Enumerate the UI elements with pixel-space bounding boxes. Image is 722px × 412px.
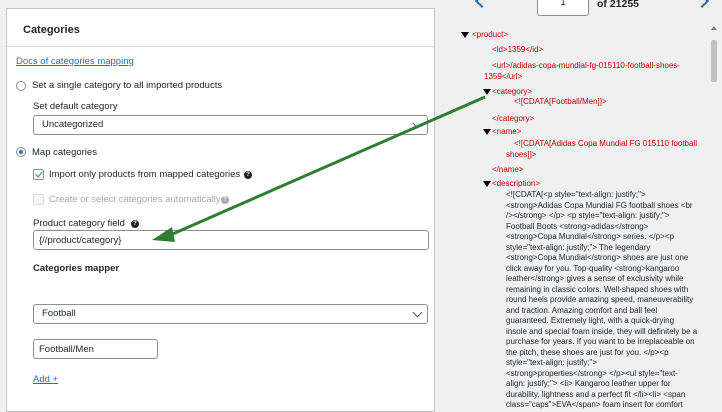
xml-description-line: leather</strong> gives a sense of exclus… <box>506 274 684 283</box>
default-category-value: Uncategorized <box>42 119 104 130</box>
chevron-down-icon <box>412 118 423 129</box>
map-categories-radio[interactable] <box>16 147 26 157</box>
xml-description-line: <strong>properties</strong> </p><ul styl… <box>506 368 678 378</box>
create-categories-label: Create or select categories automaticall… <box>49 194 221 205</box>
xml-id-line[interactable]: <id>1359</id> <box>492 45 543 56</box>
xml-description-line: style="text-align: justify;"> The legend… <box>506 242 651 252</box>
xml-description-line: guaranteed. Extremely light, with a quic… <box>506 316 675 325</box>
xml-description-line: align: justify;"> <li> Kangaroo leather … <box>506 379 671 388</box>
mapper-category-select[interactable]: Football <box>33 304 428 324</box>
map-categories-label: Map categories <box>32 147 97 158</box>
import-only-mapped-checkbox[interactable] <box>33 169 44 180</box>
product-category-field-input[interactable]: {//product/category} <box>33 230 429 250</box>
categories-mapper-title: Categories mapper <box>33 263 120 274</box>
xml-description-line: purchase for years. If you want to be ir… <box>506 337 695 346</box>
xml-url-line-2[interactable]: 1359</url> <box>484 72 522 83</box>
next-arrow-icon[interactable] <box>694 0 710 9</box>
help-icon[interactable]: ? <box>244 171 252 179</box>
collapse-toggle-icon[interactable] <box>461 32 469 38</box>
xml-preview-panel: 1 of 21255 <product> <id>1359</id> <url>… <box>451 0 722 412</box>
default-category-select[interactable]: Uncategorized <box>33 115 428 135</box>
xml-name-open[interactable]: <name> <box>492 127 521 138</box>
scroll-up-arrow-icon[interactable] <box>711 26 717 30</box>
xml-description-cdata: <![CDATA[<p style="text-align: justify;"… <box>506 190 697 411</box>
help-icon-muted[interactable]: ? <box>221 196 229 204</box>
xml-scrollbar[interactable] <box>709 26 718 412</box>
create-categories-checkbox[interactable] <box>33 194 44 205</box>
xml-name-cdata-2[interactable]: shoes]]> <box>506 150 536 161</box>
help-icon[interactable]: ? <box>131 220 139 228</box>
xml-description-line: Football Boots <strong>adidas</strong> <box>506 221 649 231</box>
xml-description-line: round heels provide amazing speed, maneu… <box>506 295 694 304</box>
single-category-radio[interactable] <box>16 81 26 91</box>
mapper-category-value: Football <box>42 308 76 319</box>
xml-description-open[interactable]: <description> <box>492 179 540 190</box>
xml-name-cdata[interactable]: <![CDATA[Adidas Copa Mundial FG 015110 f… <box>514 139 697 150</box>
collapse-toggle-icon[interactable] <box>483 181 491 187</box>
panel-divider <box>7 46 434 47</box>
xml-name-close[interactable]: </name> <box>492 165 524 176</box>
xml-category-close[interactable]: </category> <box>492 114 534 125</box>
xml-description-line: insole and special foam inside, they wil… <box>506 326 698 336</box>
panel-title: Categories <box>23 24 80 36</box>
xml-description-line: click away for you. Top-quality <strong>… <box>506 263 680 273</box>
xml-product-open[interactable]: <product> <box>472 30 508 41</box>
previous-arrow-icon[interactable] <box>474 0 490 9</box>
collapse-toggle-icon[interactable] <box>483 89 491 95</box>
xml-description-line: class="caps">EVA</span> foam insert for … <box>506 400 683 409</box>
xml-description-line: <strong>Adidas Copa Mundial FG football … <box>506 200 693 210</box>
page-total: of 21255 <box>597 0 640 10</box>
xml-description-line: <strong>Copa Mundial</strong> shoes are … <box>506 253 689 262</box>
xml-description-line: /></strong> </p> <p style="text-align: j… <box>506 211 670 220</box>
xml-description-line: style="text-align: justify;"> <box>506 358 598 367</box>
mapper-value-input[interactable]: Football/Men <box>33 339 158 359</box>
import-only-mapped-label: Import only products from mapped categor… <box>49 169 241 180</box>
xml-url-line[interactable]: <url>/adidas-copa-mundial-fg-015110-foot… <box>492 61 680 72</box>
xml-category-open[interactable]: <category> <box>492 87 532 98</box>
default-category-label: Set default category <box>33 101 118 112</box>
xml-description-line: the pitch, these shoes are just for you.… <box>506 347 669 357</box>
xml-description-line: <strong>Copa Mundial</strong> series. </… <box>506 232 674 241</box>
chevron-down-icon <box>412 307 423 318</box>
product-category-field-label: Product category field <box>33 218 125 229</box>
categories-panel: Categories Docs of categories mapping Se… <box>6 8 435 412</box>
xml-description-line: durability, lightness and a perfect fit … <box>506 389 686 399</box>
xml-category-cdata[interactable]: <![CDATA[Football/Men]]> <box>514 97 607 108</box>
scrollbar-thumb[interactable] <box>711 40 717 82</box>
add-mapping-link[interactable]: Add + <box>33 374 58 385</box>
xml-description-line: and traction. Amazing comfort and ball f… <box>506 305 658 315</box>
xml-description-line: <![CDATA[<p style="text-align: justify;"… <box>506 190 646 199</box>
single-category-label: Set a single category to all imported pr… <box>32 80 223 91</box>
page-number-input[interactable]: 1 <box>537 0 589 16</box>
docs-categories-mapping-link[interactable]: Docs of categories mapping <box>16 56 134 67</box>
collapse-toggle-icon[interactable] <box>483 129 491 135</box>
xml-description-line: remaining in classic colors. Well-shaped… <box>506 284 689 294</box>
